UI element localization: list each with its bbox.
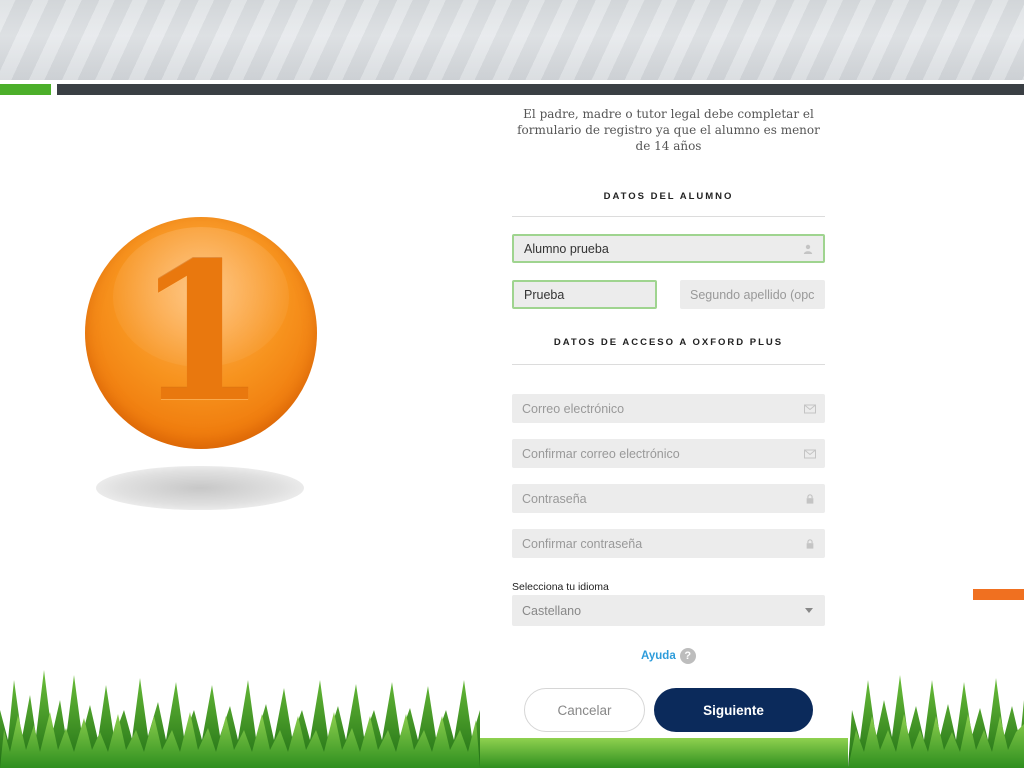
confirm-password-placeholder: Confirmar contraseña — [522, 536, 643, 551]
student-section-title: DATOS DEL ALUMNO — [603, 191, 734, 202]
accent-bar-green — [0, 84, 51, 95]
first-surname-value: Prueba — [524, 287, 565, 302]
accent-bar-dark — [57, 84, 1024, 95]
confirm-password-input[interactable]: Confirmar contraseña — [512, 529, 825, 558]
language-value: Castellano — [522, 603, 582, 618]
first-surname-input[interactable]: Prueba — [512, 280, 657, 309]
access-section-divider — [512, 364, 825, 365]
envelope-icon — [804, 449, 816, 458]
email-input[interactable]: Correo electrónico — [512, 394, 825, 423]
second-surname-placeholder: Segundo apellido (opc — [690, 287, 815, 302]
envelope-icon — [804, 404, 816, 413]
confirm-email-input[interactable]: Confirmar correo electrónico — [512, 439, 825, 468]
language-select[interactable]: Castellano — [512, 595, 825, 626]
second-surname-input[interactable]: Segundo apellido (opc — [680, 280, 825, 309]
grass-decoration — [0, 670, 1024, 768]
header-band — [0, 0, 1024, 80]
step-number: 1 — [134, 221, 268, 444]
password-input[interactable]: Contraseña — [512, 484, 825, 513]
confirm-email-placeholder: Confirmar correo electrónico — [522, 446, 680, 461]
minor-notice-text: El padre, madre o tutor legal debe compl… — [517, 107, 820, 153]
coin-shadow — [96, 466, 304, 510]
student-name-input[interactable]: Alumno prueba — [512, 234, 825, 263]
password-placeholder: Contraseña — [522, 491, 587, 506]
chevron-down-icon — [805, 608, 813, 613]
step-number-coin: 1 — [85, 217, 317, 449]
accent-bar-orange — [973, 589, 1024, 600]
email-placeholder: Correo electrónico — [522, 401, 625, 416]
student-section-divider — [512, 216, 825, 217]
language-label: Selecciona tu idioma — [512, 581, 609, 593]
access-section-title: DATOS DE ACCESO A OXFORD PLUS — [553, 337, 784, 348]
user-icon — [803, 244, 813, 254]
lock-icon — [806, 538, 814, 549]
student-name-value: Alumno prueba — [524, 241, 609, 256]
lock-icon — [806, 493, 814, 504]
